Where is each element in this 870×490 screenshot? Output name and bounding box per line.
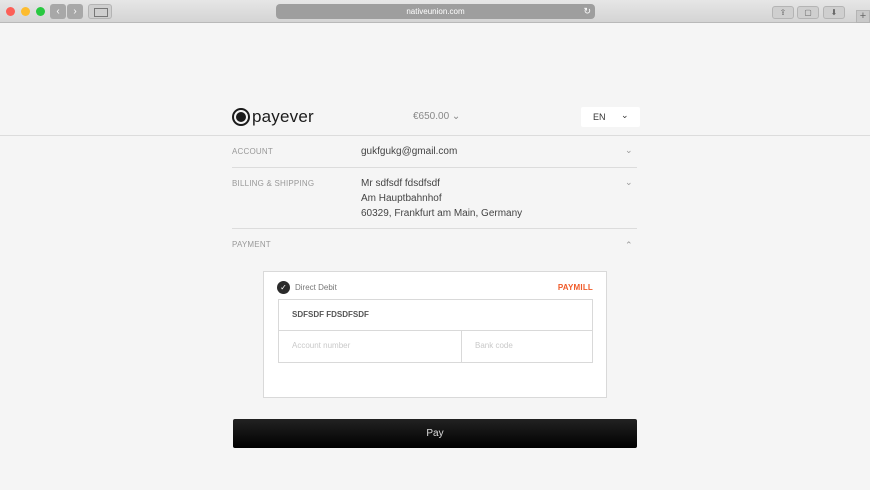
language-select[interactable]: EN ⌄ bbox=[581, 107, 640, 127]
account-expand-chevron-icon[interactable]: ⌄ bbox=[625, 145, 633, 156]
minimize-window-button[interactable] bbox=[21, 7, 30, 16]
section-divider bbox=[232, 167, 637, 168]
close-window-button[interactable] bbox=[6, 7, 15, 16]
pay-button[interactable]: Pay bbox=[233, 419, 637, 448]
payever-logo: payever bbox=[232, 107, 314, 127]
section-divider bbox=[232, 228, 637, 229]
payment-method-card: ✓ Direct Debit PAYMILL SDFSDF FDSDFSDF A… bbox=[263, 271, 607, 398]
header-divider bbox=[0, 135, 870, 136]
paymill-logo: PAYMILL bbox=[558, 283, 593, 292]
billing-expand-chevron-icon[interactable]: ⌄ bbox=[625, 177, 633, 188]
account-holder-field[interactable]: SDFSDF FDSDFSDF bbox=[278, 299, 593, 331]
billing-street: Am Hauptbahnhof bbox=[361, 193, 442, 204]
sidebar-toggle-icon[interactable] bbox=[88, 4, 112, 19]
zoom-window-button[interactable] bbox=[36, 7, 45, 16]
payment-method-label: Direct Debit bbox=[295, 283, 337, 292]
bank-code-field[interactable]: Bank code bbox=[461, 331, 593, 363]
tabs-overview-icon[interactable]: ▢ bbox=[797, 6, 819, 19]
new-tab-button[interactable]: + bbox=[856, 10, 870, 23]
paymill-logo-text: PAYMILL bbox=[557, 283, 593, 292]
payever-logo-icon bbox=[232, 108, 250, 126]
logo-text: payever bbox=[252, 107, 314, 126]
order-amount-toggle[interactable]: €650.00 ⌄ bbox=[413, 111, 460, 122]
share-icon[interactable]: ⇪ bbox=[772, 6, 794, 19]
payment-label: PAYMENT bbox=[232, 240, 271, 249]
billing-address: Mr sdfsdf fdsdfsdf Am Hauptbahnhof 60329… bbox=[361, 176, 522, 221]
selected-check-icon[interactable]: ✓ bbox=[277, 281, 290, 294]
account-label: ACCOUNT bbox=[232, 147, 273, 156]
reload-icon[interactable]: ↻ bbox=[583, 4, 591, 19]
account-email: gukfgukg@gmail.com bbox=[361, 146, 458, 157]
url-text: nativeunion.com bbox=[406, 7, 465, 16]
billing-city: 60329, Frankfurt am Main, Germany bbox=[361, 208, 523, 219]
back-button[interactable]: ‹ bbox=[50, 4, 66, 19]
billing-label: BILLING & SHIPPING bbox=[232, 179, 315, 188]
browser-toolbar: ‹ › nativeunion.com ↻ ⇪ ▢ ⬇ + bbox=[0, 0, 870, 23]
downloads-icon[interactable]: ⬇ bbox=[823, 6, 845, 19]
address-bar[interactable]: nativeunion.com ↻ bbox=[276, 4, 595, 19]
account-number-field[interactable]: Account number bbox=[278, 331, 462, 363]
chevron-down-icon: ⌄ bbox=[621, 110, 629, 120]
payment-collapse-chevron-icon[interactable]: ⌃ bbox=[625, 240, 633, 251]
billing-name: Mr sdfsdf fdsdfsdf bbox=[361, 178, 440, 189]
forward-button[interactable]: › bbox=[67, 4, 83, 19]
language-value: EN bbox=[593, 112, 606, 122]
